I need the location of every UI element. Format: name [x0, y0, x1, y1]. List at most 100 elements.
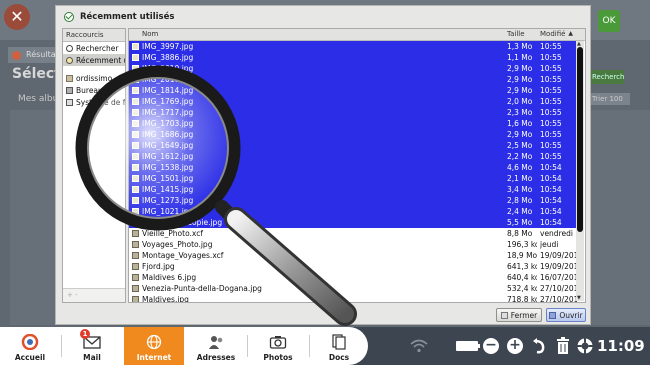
sort-up-icon: ▲: [568, 30, 573, 37]
taskbar-label: Mail: [83, 353, 101, 362]
file-name: Maldives.jpg: [142, 295, 189, 303]
image-file-icon: [132, 186, 139, 193]
sidebar-item-desktop[interactable]: Bureau: [63, 84, 125, 96]
file-row[interactable]: IMG_1717.jpg 2,3 Mo 10:55: [129, 107, 577, 118]
file-row[interactable]: IMG_2010.jpg 2,9 Mo 10:55: [129, 74, 577, 85]
column-name-header[interactable]: Nom: [142, 30, 158, 38]
file-row[interactable]: IMG_1703.jpg 1,6 Mo 10:55: [129, 118, 577, 129]
file-row[interactable]: IMG_1612.jpg 2,2 Mo 10:55: [129, 151, 577, 162]
file-size: 2,5 Mo: [507, 141, 533, 150]
file-row[interactable]: IMG_3997.jpg 1,3 Mo 10:55: [129, 41, 577, 52]
file-row[interactable]: IMG_1415.jpg 3,4 Mo 10:54: [129, 184, 577, 195]
file-row[interactable]: IMG_1273.jpg 2,8 Mo 10:54: [129, 195, 577, 206]
file-row[interactable]: Maldives 6.jpg 640,4 ko16/07/2019: [129, 272, 577, 283]
taskbar-item-internet[interactable]: Internet: [124, 327, 184, 365]
column-size-header[interactable]: Taille: [507, 30, 525, 38]
scroll-down-icon[interactable]: ▼: [577, 295, 581, 301]
file-row[interactable]: IMG_1021.jpg 2,4 Mo 10:54: [129, 206, 577, 217]
file-list-scrollbar[interactable]: ▲ ▼: [576, 41, 584, 301]
image-file-icon: [132, 296, 139, 302]
image-file-icon: [132, 241, 139, 248]
sidebar-item-label: Bureau: [76, 85, 103, 95]
file-size: 4,6 Mo: [507, 163, 533, 172]
search-icon: [66, 44, 73, 52]
file-row[interactable]: IMG_2010.jpg 2,9 Mo 10:55: [129, 63, 577, 74]
trash-icon[interactable]: [556, 337, 570, 355]
file-modified: 27/10/2010: [540, 295, 577, 303]
background-right-button-1[interactable]: Rechercher: [590, 70, 624, 84]
file-row[interactable]: IMG_1649.jpg 2,5 Mo 10:55: [129, 140, 577, 151]
background-close-icon[interactable]: ✕: [4, 4, 30, 30]
file-row[interactable]: IMG_1686.jpg 2,9 Mo 10:55: [129, 129, 577, 140]
file-name: IMG_1814.jpg: [142, 86, 194, 95]
file-row[interactable]: IMG_0956 - Copie.jpg 5,5 Mo 10:54: [129, 217, 577, 228]
recent-icon: [66, 56, 73, 64]
file-row[interactable]: Voyages_Photo.jpg 196,3 ko jeudi: [129, 239, 577, 250]
file-size: 2,9 Mo: [507, 64, 533, 73]
file-name: IMG_1415.jpg: [142, 185, 194, 194]
zoom-out-icon[interactable]: −: [483, 338, 499, 354]
background-right-button-2[interactable]: Trier 100: [590, 93, 630, 105]
taskbar-item-mail[interactable]: Mail: [62, 327, 122, 365]
taskbar-label: Docs: [328, 353, 350, 362]
taskbar-item-accueil[interactable]: Accueil: [0, 327, 60, 365]
sidebar-item-recent[interactable]: Récemment utilisés: [63, 54, 125, 66]
sidebar-item-label: Système de fichiers: [76, 97, 125, 107]
scrollbar-thumb[interactable]: [577, 47, 583, 232]
sidebar-item-filesystem[interactable]: Système de fichiers: [63, 96, 125, 108]
sidebar-item-label: ordissimo: [76, 73, 113, 83]
file-name: IMG_1612.jpg: [142, 152, 194, 161]
clock: 11:09: [597, 337, 645, 355]
taskbar-item-adresses[interactable]: Adresses: [186, 327, 246, 365]
file-row[interactable]: Venezia-Punta-della-Dogana.jpg 532,4 ko 27…: [129, 283, 577, 294]
file-row[interactable]: Vieille_Photo.xcf 8,8 Mo vendredi: [129, 228, 577, 239]
taskbar-item-docs[interactable]: Docs: [310, 327, 368, 365]
undo-icon[interactable]: [532, 338, 546, 354]
file-row[interactable]: Fjord.jpg 641,3 ko19/09/2019: [129, 261, 577, 272]
taskbar-item-photos[interactable]: Photos: [248, 327, 308, 365]
background-ok-button[interactable]: OK: [598, 10, 620, 32]
home-logo-icon: [21, 334, 39, 350]
camera-icon: [269, 336, 287, 349]
sidebar-header: Raccourcis: [63, 29, 125, 42]
file-row[interactable]: IMG_1769.jpg 2,0 Mo 10:55: [129, 96, 577, 107]
file-row[interactable]: IMG_1501.jpg 2,1 Mo 10:54: [129, 173, 577, 184]
sidebar-item-home[interactable]: ordissimo: [63, 72, 125, 84]
file-name: IMG_0956 - Copie.jpg: [142, 218, 223, 227]
file-row[interactable]: IMG_1538.jpg 4,6 Mo 10:54: [129, 162, 577, 173]
file-modified: 10:55: [540, 108, 562, 117]
close-button[interactable]: Fermer: [496, 308, 542, 322]
battery-icon[interactable]: [455, 339, 481, 353]
dialog-title-text: Récemment utilisés: [80, 12, 175, 22]
taskbar: Accueil Mail 1 Internet Adresses Photos …: [0, 327, 650, 365]
file-modified: 10:55: [540, 42, 562, 51]
sidebar-item-search[interactable]: Rechercher: [63, 42, 125, 54]
file-name: IMG_1649.jpg: [142, 141, 194, 150]
column-modified-header[interactable]: Modifié: [540, 30, 565, 38]
open-button[interactable]: Ouvrir: [546, 308, 586, 322]
file-row[interactable]: Maldives.jpg 718,8 ko27/10/2010: [129, 294, 577, 303]
globe-icon: [146, 334, 162, 350]
zoom-in-icon[interactable]: +: [507, 338, 523, 354]
image-file-icon: [132, 285, 139, 292]
file-size: 1,6 Mo: [507, 119, 533, 128]
image-file-icon: [132, 98, 139, 105]
file-modified: 10:55: [540, 119, 562, 128]
file-modified: jeudi: [540, 240, 559, 249]
image-file-icon: [132, 131, 139, 138]
file-name: IMG_1273.jpg: [142, 196, 194, 205]
file-row[interactable]: IMG_1814.jpg 2,9 Mo 10:55: [129, 85, 577, 96]
file-size: 718,8 ko: [507, 295, 537, 303]
file-row[interactable]: IMG_3886.jpg 1,1 Mo 10:55: [129, 52, 577, 63]
contacts-icon: [209, 336, 223, 349]
image-file-icon: [132, 252, 139, 259]
background-tab[interactable]: Résultat: [8, 47, 58, 63]
file-modified: 10:55: [540, 86, 562, 95]
file-row[interactable]: Montage_Voyages.xcf 18,9 Mo19/09/2019: [129, 250, 577, 261]
image-file-icon: [132, 87, 139, 94]
file-modified: 27/10/2010: [540, 284, 577, 293]
sidebar-add-remove[interactable]: + -: [63, 288, 125, 302]
image-file-icon: [132, 263, 139, 270]
help-lifebuoy-icon[interactable]: [576, 337, 594, 355]
wifi-icon[interactable]: [410, 339, 428, 353]
